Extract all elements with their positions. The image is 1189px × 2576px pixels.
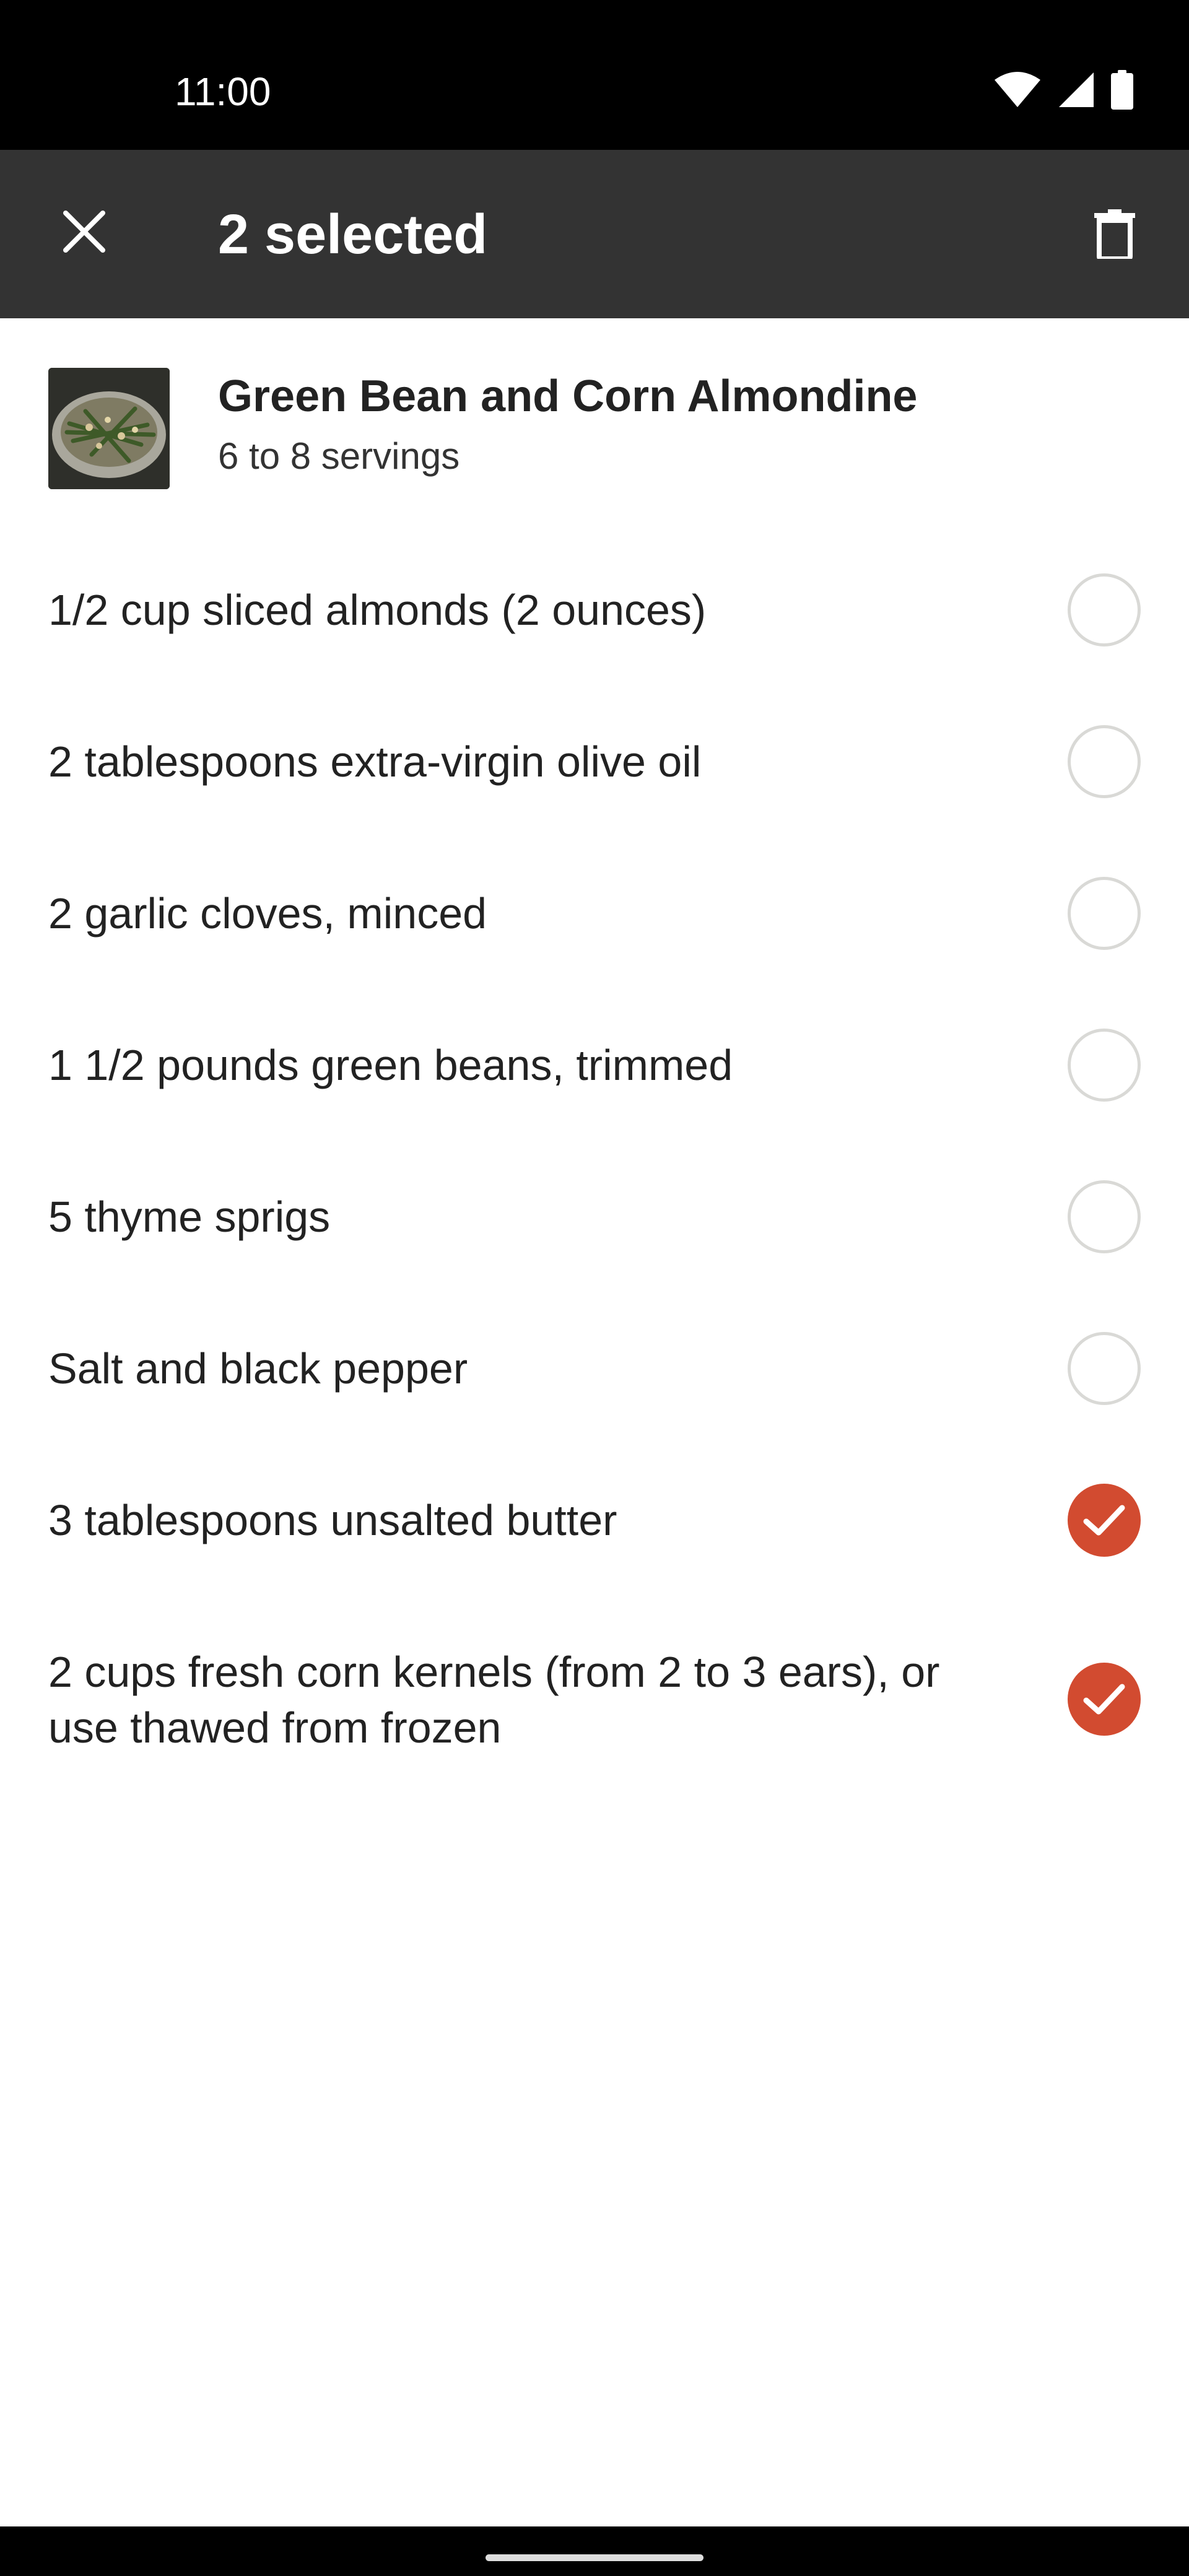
wifi-icon <box>995 72 1040 107</box>
checkbox-checked[interactable] <box>1068 1663 1141 1736</box>
recipe-title: Green Bean and Corn Almondine <box>218 372 918 421</box>
checkmark-icon <box>1083 1684 1125 1715</box>
ingredient-text: 3 tablespoons unsalted butter <box>48 1496 617 1544</box>
status-icons <box>993 68 1133 111</box>
status-time: 11:00 <box>175 69 271 114</box>
status-bar: 11:00 <box>0 0 1189 150</box>
checkbox-unchecked[interactable] <box>1068 1332 1141 1405</box>
checkbox-unchecked[interactable] <box>1068 1029 1141 1102</box>
ingredient-text: 2 cups fresh corn kernels (from 2 to 3 e… <box>48 1648 940 1752</box>
ingredient-row[interactable]: 3 tablespoons unsalted butter <box>0 1474 1189 1567</box>
close-button[interactable] <box>47 194 121 269</box>
recipe-servings: 6 to 8 servings <box>218 435 460 477</box>
selection-count-title: 2 selected <box>218 204 488 266</box>
ingredient-text: 1 1/2 pounds green beans, trimmed <box>48 1041 733 1089</box>
cell-signal-icon <box>1059 72 1094 107</box>
ingredient-row[interactable]: 5 thyme sprigs <box>0 1170 1189 1263</box>
ingredient-row[interactable]: 1 1/2 pounds green beans, trimmed <box>0 1019 1189 1112</box>
ingredient-text: 2 garlic cloves, minced <box>48 889 487 938</box>
delete-button[interactable] <box>1078 197 1152 271</box>
battery-icon <box>1111 70 1133 110</box>
recipe-thumbnail <box>48 368 170 489</box>
checkbox-unchecked[interactable] <box>1068 877 1141 950</box>
home-gesture-handle[interactable] <box>486 2554 703 2561</box>
ingredient-text: 2 tablespoons extra-virgin olive oil <box>48 738 702 786</box>
checkbox-checked[interactable] <box>1068 1484 1141 1557</box>
recipe-header: Green Bean and Corn Almondine 6 to 8 ser… <box>0 347 1189 508</box>
ingredient-row[interactable]: 2 cups fresh corn kernels (from 2 to 3 e… <box>0 1625 1189 1780</box>
ingredient-text: 5 thyme sprigs <box>48 1193 331 1241</box>
ingredient-text: Salt and black pepper <box>48 1344 468 1393</box>
checkbox-unchecked[interactable] <box>1068 725 1141 798</box>
ingredient-text: 1/2 cup sliced almonds (2 ounces) <box>48 586 707 634</box>
checkbox-unchecked[interactable] <box>1068 573 1141 646</box>
checkbox-unchecked[interactable] <box>1068 1180 1141 1253</box>
checkmark-icon <box>1083 1505 1125 1536</box>
ingredient-row[interactable]: 2 tablespoons extra-virgin olive oil <box>0 715 1189 808</box>
system-navigation-bar <box>0 2526 1189 2576</box>
ingredient-row[interactable]: 1/2 cup sliced almonds (2 ounces) <box>0 564 1189 656</box>
ingredient-row[interactable]: Salt and black pepper <box>0 1322 1189 1415</box>
selection-action-bar <box>0 150 1189 318</box>
trash-icon <box>1094 209 1135 259</box>
ingredient-row[interactable]: 2 garlic cloves, minced <box>0 867 1189 960</box>
close-icon <box>63 211 105 253</box>
